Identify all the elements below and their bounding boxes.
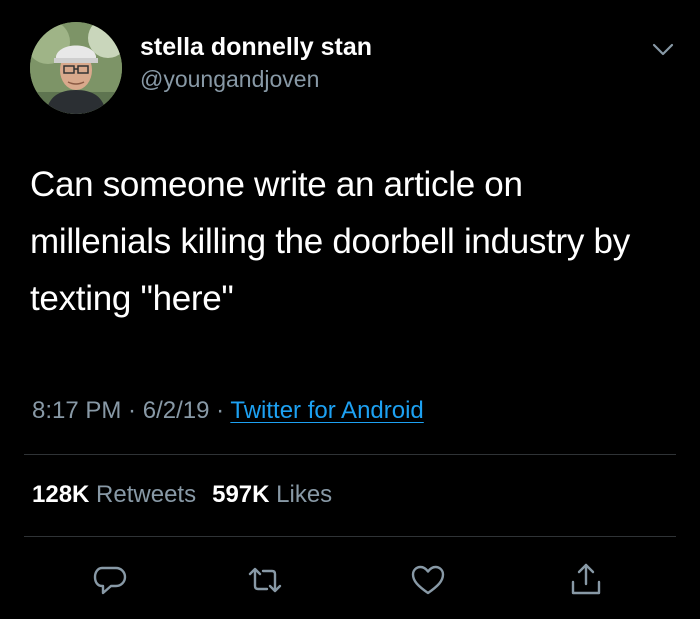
likes-stat[interactable]: 597K Likes [212, 481, 332, 508]
tweet-source-link[interactable]: Twitter for Android [230, 397, 423, 424]
heart-icon[interactable] [408, 560, 448, 600]
tweet-time: 8:17 PM [32, 397, 122, 424]
tweet-header: stella donnelly stan @youngandjoven [30, 22, 680, 114]
tweet-card: stella donnelly stan @youngandjoven Can … [0, 0, 700, 619]
display-name[interactable]: stella donnelly stan [140, 32, 372, 62]
share-icon[interactable] [566, 560, 606, 600]
retweets-label: Retweets [96, 481, 197, 508]
likes-count: 597K [212, 481, 270, 508]
retweet-icon[interactable] [245, 560, 285, 600]
divider [24, 536, 676, 537]
user-names: stella donnelly stan @youngandjoven [140, 32, 372, 94]
divider [24, 454, 676, 455]
avatar[interactable] [30, 22, 122, 114]
tweet-actions [0, 556, 700, 604]
retweets-count: 128K [32, 481, 90, 508]
likes-label: Likes [276, 481, 333, 508]
tweet-meta: 8:17 PM · 6/2/19 · Twitter for Android [32, 394, 424, 428]
meta-separator: · [209, 397, 231, 424]
tweet-date: 6/2/19 [142, 397, 210, 424]
avatar-image [30, 22, 122, 114]
chevron-down-icon[interactable] [650, 36, 676, 62]
tweet-text: Can someone write an article on millenia… [30, 165, 630, 318]
tweet-stats: 128K Retweets 597K Likes [32, 478, 332, 512]
meta-separator: · [121, 397, 143, 424]
user-handle[interactable]: @youngandjoven [140, 64, 372, 94]
retweets-stat[interactable]: 128K Retweets [32, 481, 196, 508]
reply-icon[interactable] [90, 560, 130, 600]
